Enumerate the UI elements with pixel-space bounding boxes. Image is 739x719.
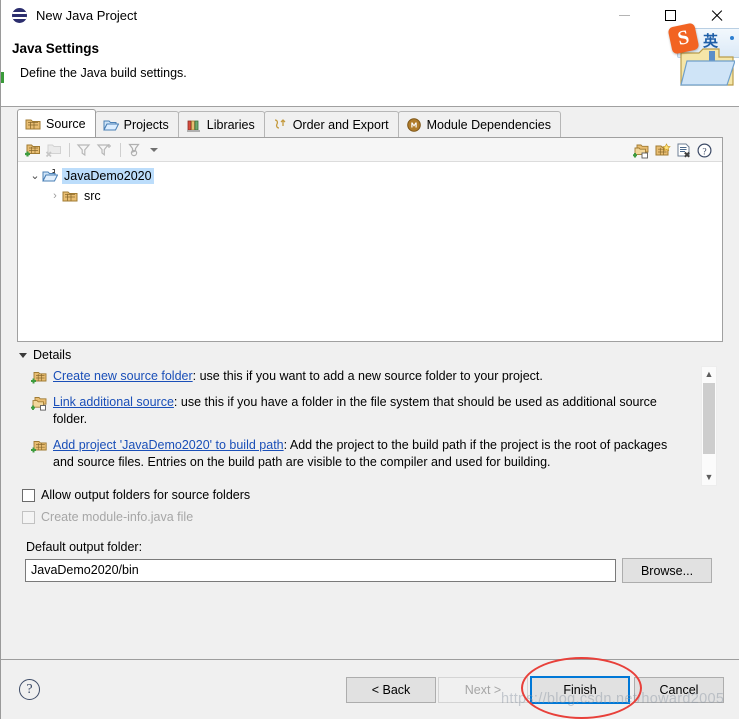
minimize-icon [618,15,630,16]
window-controls [601,0,739,31]
tree-item-label: JavaDemo2020 [62,168,154,184]
add-build-path-icon [31,441,47,453]
tab-libraries-label: Libraries [206,117,255,132]
add-filter-icon [95,140,114,159]
svg-text:?: ? [702,146,706,157]
page-subtitle: Define the Java build settings. [20,66,187,80]
detail-text: Create new source folder: use this if yo… [53,368,543,385]
tree-item-javademo2020[interactable]: ⌄ JavaDemo2020 [18,166,722,186]
source-panel: ? ⌄ JavaDemo2020 › src [17,137,723,342]
chevron-down-icon[interactable]: ⌄ [28,170,42,182]
maximize-button[interactable] [647,0,693,31]
scrollbar-thumb[interactable] [703,383,715,454]
scroll-down-icon[interactable]: ▼ [702,470,716,484]
create-module-info-label: Create module-info.java file [41,510,194,524]
allow-output-folders-checkbox[interactable] [22,488,35,502]
module-icon [406,117,421,132]
footer-divider [1,659,739,660]
finish-button[interactable]: Finish [530,676,630,704]
detail-text: Add project 'JavaDemo2020' to build path… [53,437,683,471]
source-tree[interactable]: ⌄ JavaDemo2020 › src [18,162,722,341]
details-section-header[interactable]: Details [19,348,71,362]
tree-item-src[interactable]: › src [18,186,722,206]
detail-create-source-folder: Create new source folder: use this if yo… [31,368,695,385]
chevron-down-icon[interactable] [19,352,27,358]
next-button: Next > [438,677,528,703]
tab-source-label: Source [46,116,86,131]
remove-folder-icon [44,140,63,159]
tab-source[interactable]: Source [17,109,96,137]
link-additional-source-link[interactable]: Link additional source [53,395,174,409]
eclipse-icon [12,7,28,24]
new-java-project-dialog: New Java Project Java Settings Define th… [0,0,739,719]
source-panel-toolbar: ? [18,138,722,162]
chevron-right-icon[interactable]: › [48,190,62,202]
chevron-down-icon[interactable] [150,147,158,152]
detail-add-build-path: Add project 'JavaDemo2020' to build path… [31,437,695,471]
default-output-folder-input[interactable]: JavaDemo2020/bin [25,559,616,582]
toolbar-right-group: ? [632,141,716,160]
order-export-icon [274,118,286,129]
toolbar-separator [69,142,70,157]
help-button[interactable]: ? [19,679,40,700]
help-icon[interactable]: ? [695,141,714,160]
detail-description: : use this if you want to add a new sour… [192,369,543,383]
page-title: Java Settings [12,41,100,56]
detail-link-additional-source: Link additional source: use this if you … [31,394,695,428]
allow-output-folders-checkbox-row[interactable]: Allow output folders for source folders [22,488,250,502]
source-folder-icon [62,191,78,202]
close-icon [710,9,723,22]
window-title: New Java Project [36,8,138,23]
toolbar-left-group [18,140,158,159]
minimize-button[interactable] [601,0,647,31]
tab-order-and-export[interactable]: Order and Export [263,111,399,137]
create-folder-icon[interactable] [653,141,672,160]
back-button[interactable]: < Back [346,677,436,703]
java-project-icon [42,169,58,182]
tab-strip: Source Projects Libraries Order and Expo… [17,109,561,137]
open-folder-icon [102,120,119,130]
default-output-folder-label: Default output folder: [26,540,143,554]
details-label: Details [33,348,72,362]
scroll-up-icon[interactable]: ▲ [702,367,716,381]
tab-module-dependencies[interactable]: Module Dependencies [397,111,561,137]
create-module-info-checkbox [22,510,35,524]
title-bar: New Java Project [1,0,739,31]
link-source-icon[interactable] [632,141,651,160]
browse-button[interactable]: Browse... [622,558,712,583]
link-source-icon [31,397,47,411]
green-marker [1,72,4,83]
details-body: Create new source folder: use this if yo… [31,368,695,486]
create-module-info-checkbox-row: Create module-info.java file [22,510,193,524]
configure-filter-icon [125,140,144,159]
remove-entry-icon[interactable] [674,141,693,160]
tab-projects-label: Projects [123,117,169,132]
filter-icon [74,140,93,159]
cancel-button[interactable]: Cancel [634,677,724,703]
add-folder-icon[interactable] [23,140,42,159]
wizard-banner: Java Settings Define the Java build sett… [1,31,739,107]
tab-libraries[interactable]: Libraries [177,111,265,137]
add-project-to-build-path-link[interactable]: Add project 'JavaDemo2020' to build path [53,438,284,452]
tab-module-dependencies-label: Module Dependencies [426,117,551,132]
create-new-source-folder-link[interactable]: Create new source folder [53,369,193,383]
allow-output-folders-label: Allow output folders for source folders [41,488,251,502]
toolbar-separator-2 [120,142,121,157]
tree-item-label: src [84,189,101,203]
maximize-icon [664,10,676,21]
source-folder-icon [25,119,41,129]
tab-order-and-export-label: Order and Export [292,117,389,132]
details-scrollbar[interactable]: ▲ ▼ [701,366,717,486]
books-icon [186,120,200,132]
detail-text: Link additional source: use this if you … [53,394,683,428]
create-source-folder-icon [31,372,47,384]
close-button[interactable] [693,0,739,31]
tab-projects[interactable]: Projects [94,111,179,137]
